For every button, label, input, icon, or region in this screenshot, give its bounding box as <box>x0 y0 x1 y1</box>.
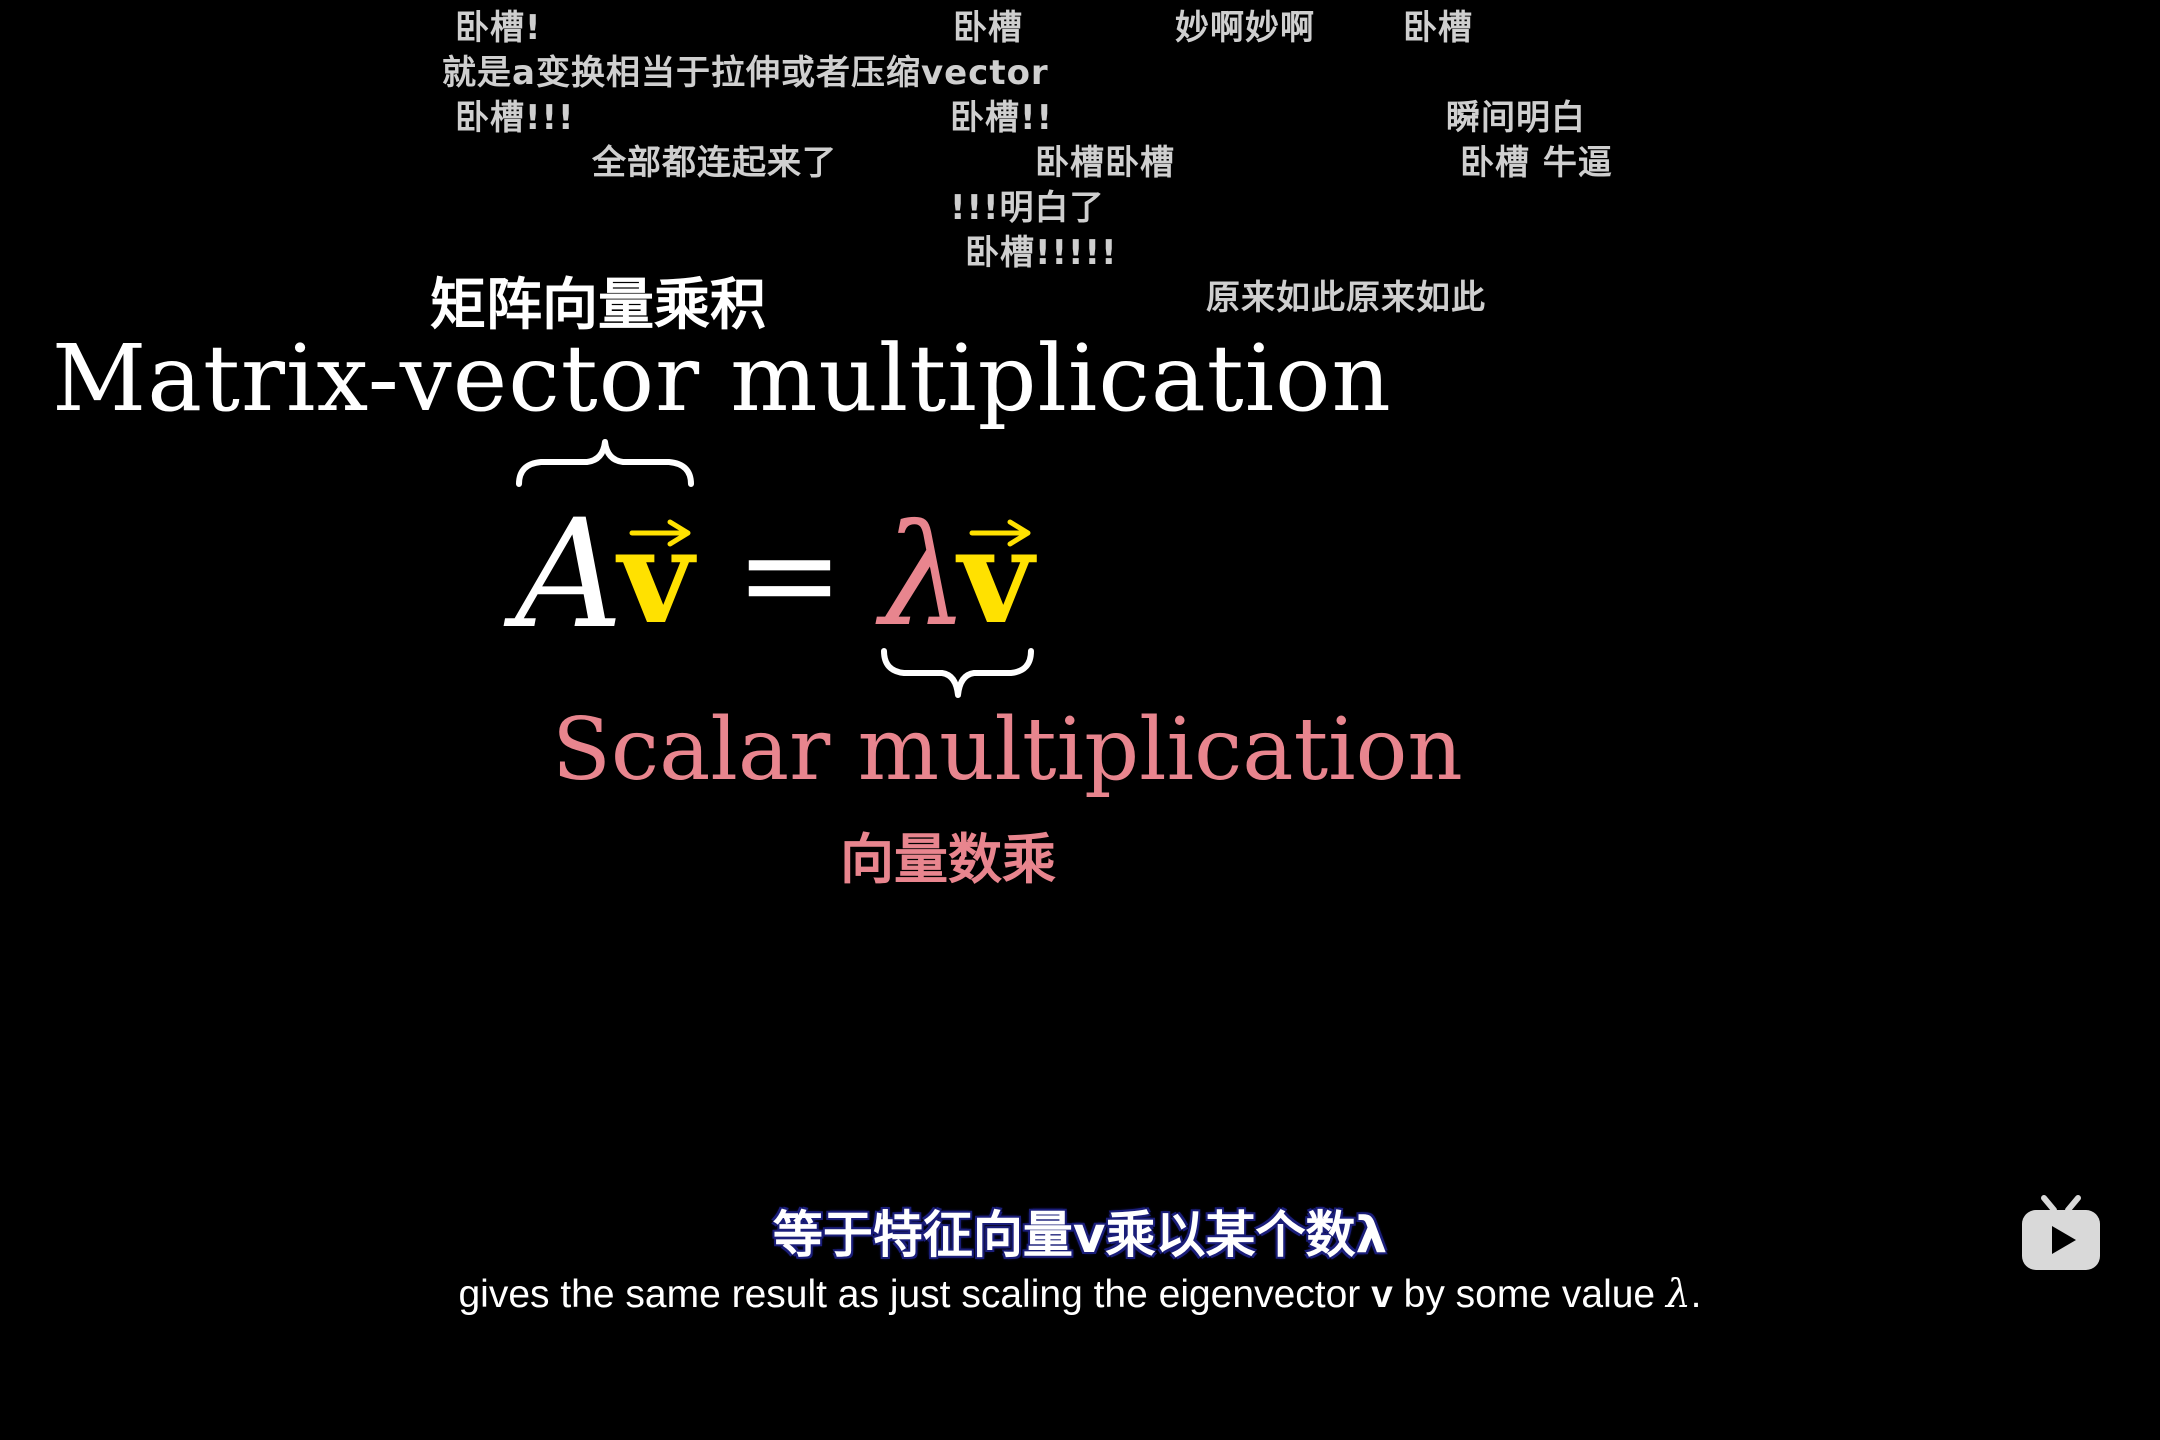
danmaku-comment: 卧槽卧槽 <box>1035 143 1175 183</box>
lambda-symbol: λ <box>880 495 969 658</box>
danmaku-comment: 卧槽!!!!! <box>965 233 1118 273</box>
danmaku-comment: 卧槽! <box>455 8 542 48</box>
danmaku-comment: 瞬间明白 <box>1446 98 1586 138</box>
danmaku-comment: !!!明白了 <box>950 188 1105 228</box>
bilibili-tv-icon <box>2022 1195 2100 1270</box>
subtitle-en-part: . <box>1690 1273 1702 1316</box>
underbrace-icon <box>881 648 1034 698</box>
danmaku-comment: 妙啊妙啊 <box>1175 8 1315 48</box>
danmaku-comment: 卧槽!! <box>950 98 1054 138</box>
subtitle-en-part: by some value <box>1392 1273 1666 1316</box>
subtitle-en-vector: v <box>1371 1273 1393 1316</box>
matrix-vector-label-en: Matrix-vector multiplication <box>52 325 1392 432</box>
danmaku-comment: 卧槽 <box>953 8 1023 48</box>
danmaku-comment: 原来如此原来如此 <box>1206 278 1486 318</box>
danmaku-comment: 就是a变换相当于拉伸或者压缩vector <box>442 53 1049 93</box>
subtitle-en-lambda: λ <box>1665 1272 1691 1317</box>
matrix-symbol: A <box>515 488 624 662</box>
subtitle-en-part: gives the same result as just scaling th… <box>458 1273 1372 1316</box>
equals-sign: = <box>735 498 844 650</box>
vector-arrow-icon <box>969 519 1031 547</box>
danmaku-comment: 卧槽 牛逼 <box>1460 143 1613 183</box>
overbrace-icon <box>516 439 694 487</box>
danmaku-comment: 卧槽 <box>1403 8 1473 48</box>
vector-arrow-icon <box>629 519 691 547</box>
danmaku-comment: 卧槽!!! <box>455 98 575 138</box>
scalar-multiplication-label-en: Scalar multiplication <box>552 700 1463 800</box>
subtitle-cn: 等于特征向量v乘以某个数λ <box>772 1206 1388 1264</box>
scalar-multiplication-label-cn: 向量数乘 <box>840 828 1056 891</box>
subtitle-en: gives the same result as just scaling th… <box>0 1272 2160 1317</box>
danmaku-comment: 全部都连起来了 <box>592 143 837 183</box>
